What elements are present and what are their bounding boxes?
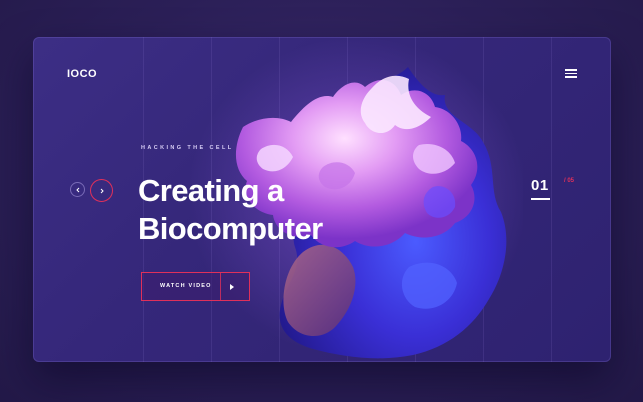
watch-video-button[interactable]: WATCH VIDEO bbox=[141, 272, 250, 301]
hero-eyebrow: HACKING THE CELL bbox=[141, 145, 234, 151]
slide-indicator-underline bbox=[531, 198, 550, 200]
watch-video-label: WATCH VIDEO bbox=[160, 283, 212, 289]
slide-counter-total: / 05 bbox=[564, 178, 575, 184]
menu-bar bbox=[565, 72, 577, 74]
brand-logo[interactable]: IOCO bbox=[67, 68, 97, 80]
menu-bar bbox=[565, 76, 577, 78]
button-divider bbox=[220, 273, 221, 300]
hero-title-line1: Creating a bbox=[138, 173, 284, 208]
chevron-right-icon bbox=[100, 188, 104, 193]
grid-line bbox=[551, 37, 552, 362]
next-slide-button[interactable] bbox=[90, 179, 113, 202]
menu-bar bbox=[565, 69, 577, 71]
chevron-left-icon bbox=[75, 187, 79, 192]
slide-counter-current: 01 bbox=[531, 177, 549, 194]
hamburger-menu-icon[interactable] bbox=[565, 69, 577, 79]
previous-slide-button[interactable] bbox=[70, 182, 85, 197]
play-icon bbox=[230, 284, 234, 290]
hero-title-line2: Biocomputer bbox=[138, 211, 323, 246]
hero-title: Creating a Biocomputer bbox=[138, 172, 323, 248]
hero-card: IOCO HACKING THE CELL Creating a Biocomp… bbox=[33, 37, 611, 362]
